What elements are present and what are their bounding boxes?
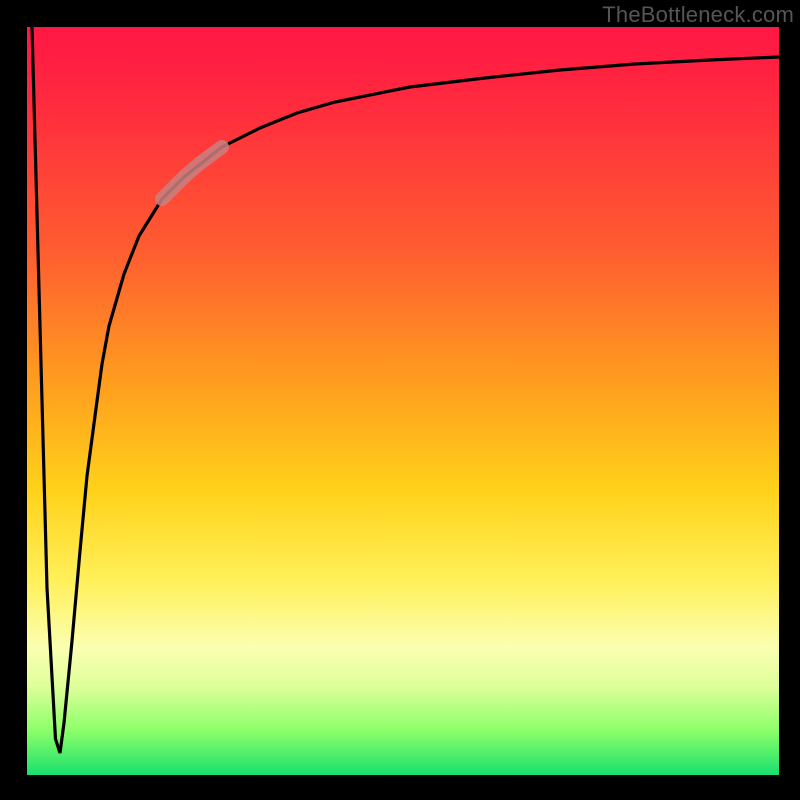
chart-frame: TheBottleneck.com: [0, 0, 800, 800]
plot-area: [27, 27, 779, 775]
curve-layer: [27, 27, 779, 775]
watermark-text: TheBottleneck.com: [602, 2, 794, 28]
bottleneck-curve: [32, 27, 779, 753]
highlight-segment: [162, 147, 222, 199]
